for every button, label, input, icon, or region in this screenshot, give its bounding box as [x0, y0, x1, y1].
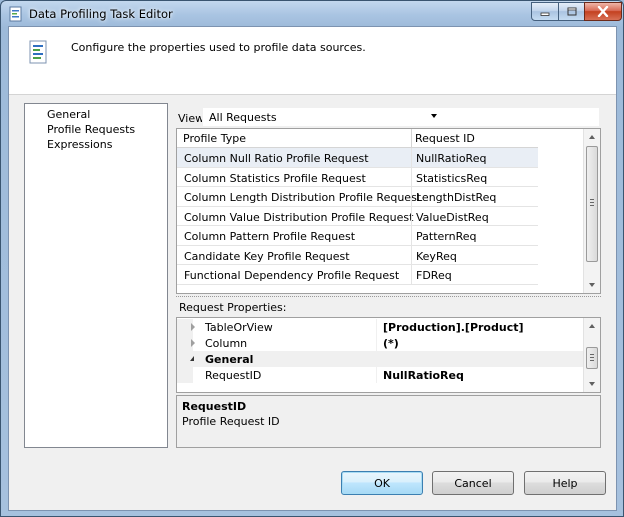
scroll-down-icon[interactable]: [589, 283, 595, 287]
expand-icon[interactable]: [191, 323, 195, 331]
profile-document-icon: [29, 40, 47, 64]
dialog-client-area: Configure the properties used to profile…: [8, 26, 617, 511]
scroll-down-icon[interactable]: [589, 382, 595, 386]
request-id-cell[interactable]: ValueDistReq: [416, 211, 489, 224]
property-grid: TableOrView [Production].[Product] Colum…: [176, 317, 601, 393]
nav-item-profile-requests[interactable]: Profile Requests: [47, 123, 135, 136]
minimize-icon: [540, 12, 550, 16]
maximize-button[interactable]: [558, 2, 585, 21]
grid-header: Profile Type Request ID: [177, 129, 538, 148]
profile-type-cell: Candidate Key Profile Request: [184, 249, 350, 263]
table-row[interactable]: Column Value Distribution Profile Reques…: [177, 206, 538, 226]
scrollbar-thumb[interactable]: [586, 146, 598, 262]
view-dropdown-value: All Requests: [209, 110, 277, 124]
property-value[interactable]: NullRatioReq: [383, 369, 464, 382]
view-label: View: [178, 112, 205, 125]
nav-item-expressions[interactable]: Expressions: [47, 138, 112, 151]
property-row[interactable]: TableOrView [Production].[Product]: [177, 319, 585, 335]
description-title: RequestID: [182, 400, 247, 413]
description-body: Profile Request ID: [182, 415, 280, 428]
profile-type-cell: Column Value Distribution Profile Reques…: [184, 210, 414, 224]
view-dropdown[interactable]: All Requests: [202, 107, 600, 127]
scroll-up-icon[interactable]: [589, 135, 595, 139]
column-header-profile-type[interactable]: Profile Type: [183, 132, 246, 145]
header-description: Configure the properties used to profile…: [71, 41, 366, 54]
request-properties-label: Request Properties:: [179, 301, 287, 314]
property-row[interactable]: RequestID NullRatioReq: [177, 367, 585, 383]
scroll-up-icon[interactable]: [589, 324, 595, 328]
collapse-icon[interactable]: [190, 356, 194, 361]
maximize-icon: [567, 7, 576, 16]
chevron-down-icon: [431, 114, 437, 118]
close-icon: [597, 6, 609, 17]
request-id-cell[interactable]: LengthDistReq: [416, 191, 496, 204]
grid-vertical-scrollbar[interactable]: [583, 129, 600, 293]
nav-list: General Profile Requests Expressions: [24, 103, 168, 448]
property-name: RequestID: [205, 369, 262, 382]
window-title: Data Profiling Task Editor: [29, 7, 173, 21]
ok-button[interactable]: OK: [341, 471, 423, 495]
header-banner: Configure the properties used to profile…: [9, 27, 616, 95]
request-id-cell[interactable]: NullRatioReq: [416, 152, 486, 165]
property-category-row[interactable]: General: [177, 351, 585, 367]
table-row[interactable]: Column Pattern Profile Request PatternRe…: [177, 226, 538, 246]
expand-icon[interactable]: [191, 339, 195, 347]
table-row[interactable]: Column Statistics Profile Request Statis…: [177, 167, 538, 187]
cancel-button[interactable]: Cancel: [432, 471, 514, 495]
profile-type-cell: Functional Dependency Profile Request: [184, 269, 400, 282]
property-value[interactable]: (*): [383, 337, 399, 350]
request-id-cell[interactable]: StatisticsReq: [416, 172, 487, 185]
column-divider[interactable]: [411, 129, 412, 148]
profile-type-cell: Column Null Ratio Profile Request: [184, 152, 369, 165]
table-row[interactable]: Candidate Key Profile Request KeyReq: [177, 245, 538, 265]
table-row[interactable]: Column Length Distribution Profile Reque…: [177, 187, 538, 207]
table-row[interactable]: Column Null Ratio Profile Request NullRa…: [177, 148, 538, 168]
request-id-cell[interactable]: KeyReq: [416, 250, 457, 263]
column-header-request-id[interactable]: Request ID: [415, 132, 475, 145]
dialog-window: Data Profiling Task Editor Configure the…: [0, 0, 624, 517]
property-name: Column: [205, 337, 248, 350]
table-row[interactable]: Functional Dependency Profile Request FD…: [177, 265, 538, 285]
minimize-button[interactable]: [531, 2, 559, 21]
panel-splitter[interactable]: [176, 296, 601, 299]
close-button[interactable]: [584, 2, 622, 21]
property-vertical-scrollbar[interactable]: [583, 318, 600, 392]
request-id-cell[interactable]: FDReq: [416, 269, 452, 282]
profile-type-cell: Column Statistics Profile Request: [184, 171, 366, 185]
data-profiling-icon: [9, 6, 22, 22]
request-id-cell[interactable]: PatternReq: [416, 230, 476, 243]
profile-type-cell: Column Length Distribution Profile Reque…: [184, 191, 422, 204]
scrollbar-thumb[interactable]: [586, 347, 598, 369]
property-row[interactable]: Column (*): [177, 335, 585, 351]
help-button[interactable]: Help: [524, 471, 606, 495]
profile-requests-grid: Profile Type Request ID Column Null Rati…: [176, 128, 601, 294]
property-name: TableOrView: [205, 321, 273, 334]
property-category-name: General: [205, 353, 254, 366]
property-value[interactable]: [Production].[Product]: [383, 321, 524, 334]
profile-type-cell: Column Pattern Profile Request: [184, 230, 356, 243]
nav-item-general[interactable]: General: [47, 108, 90, 121]
property-description-panel: RequestID Profile Request ID: [176, 395, 601, 448]
